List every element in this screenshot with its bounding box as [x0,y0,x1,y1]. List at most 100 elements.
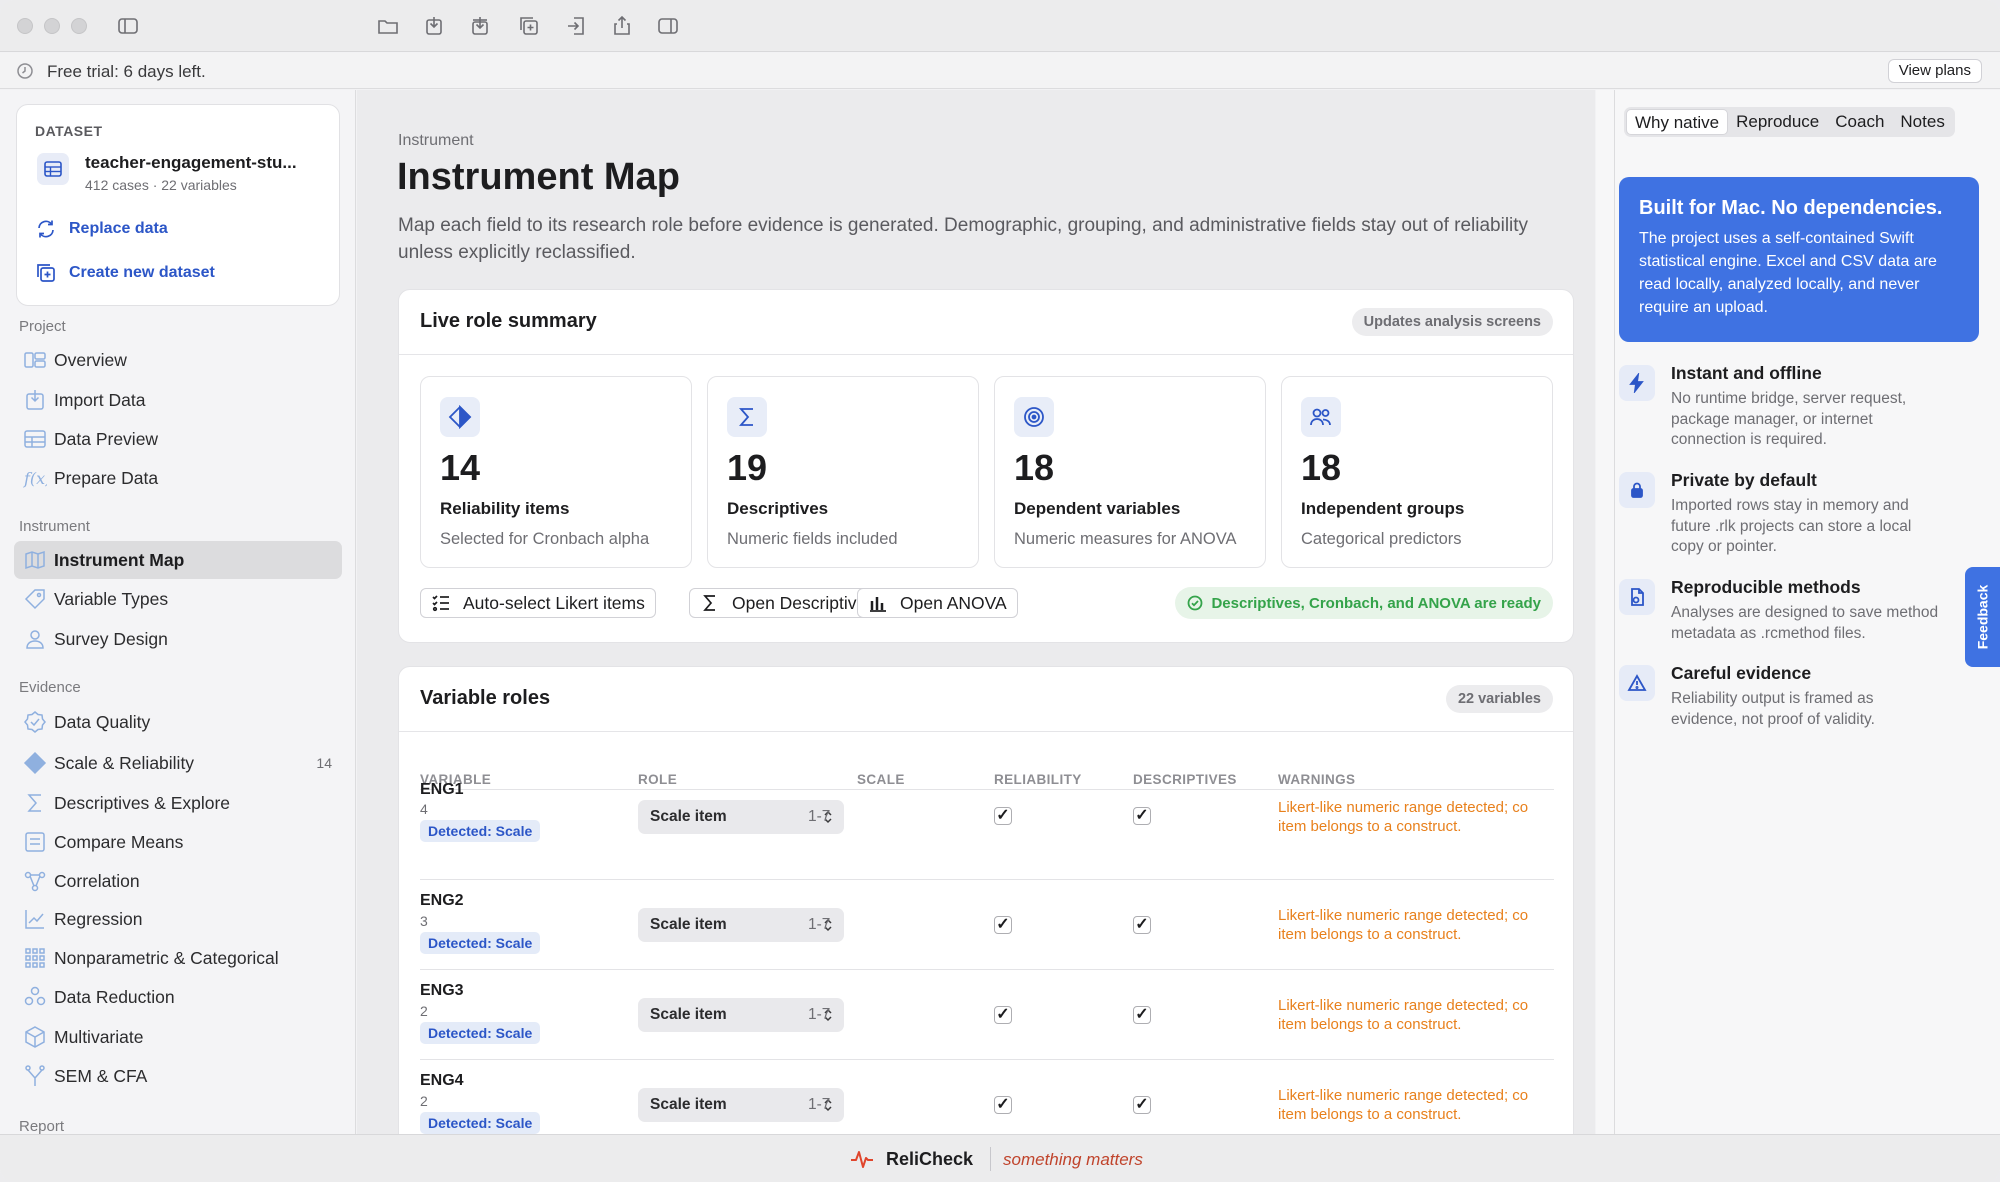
app-window: Free trial: 6 days left. View plans DATA… [0,0,2000,1182]
replace-data-button[interactable]: Replace data [35,218,168,240]
inspector-tabs: Why native Reproduce Coach Notes [1624,107,1955,137]
descriptives-checkbox[interactable]: ✓ [1133,1006,1151,1024]
descriptives-checkbox[interactable]: ✓ [1133,1096,1151,1114]
reliability-checkbox[interactable]: ✓ [994,1096,1012,1114]
duplicate-icon[interactable] [516,13,542,39]
tag-icon [20,586,50,612]
page-title: Instrument Map [397,156,680,198]
sidebar-item-correlation[interactable]: Correlation [14,862,342,900]
section-project: Project [19,318,66,335]
stat-dependent-variables: 18 Dependent variables Numeric measures … [994,376,1266,568]
sidebar-item-descriptives[interactable]: Descriptives & Explore [14,784,342,822]
native-card-title: Built for Mac. No dependencies. [1639,197,1943,219]
export-icon[interactable] [563,13,589,39]
sidebar-item-import-data[interactable]: Import Data [14,381,342,419]
circles-icon [20,984,50,1010]
trend-icon [20,906,50,932]
clock-icon [17,63,33,79]
tab-why-native[interactable]: Why native [1626,109,1729,135]
main-content: Instrument Instrument Map Map each field… [357,90,1595,1134]
detected-badge: Detected: Scale [420,820,541,842]
table-icon [20,426,50,452]
variable-roles-card: Variable roles 22 variables VARIABLE ROL… [398,666,1574,1134]
import-data-icon [20,387,50,413]
auto-select-likert-button[interactable]: Auto-select Likert items [420,588,656,618]
sidebar-item-compare-means[interactable]: Compare Means [14,823,342,861]
detected-badge: Detected: Scale [420,1022,541,1044]
sigma-icon [20,790,50,816]
sidebar-item-multivariate[interactable]: Multivariate [14,1018,342,1056]
stat-independent-groups: 18 Independent groups Categorical predic… [1281,376,1553,568]
warning-text: Likert-like numeric range detected; co i… [1278,907,1529,943]
tab-coach[interactable]: Coach [1827,109,1892,135]
share-icon[interactable] [609,13,635,39]
reliability-checkbox[interactable]: ✓ [994,1006,1012,1024]
col-descriptives: DESCRIPTIVES [1133,772,1237,787]
sidebar-item-survey-design[interactable]: Survey Design [14,620,342,658]
col-role: ROLE [638,772,678,787]
sidebar-item-variable-types[interactable]: Variable Types [14,580,342,618]
detected-badge: Detected: Scale [420,1112,541,1134]
col-warnings: WARNINGS [1278,772,1356,787]
page-subtitle: Map each field to its research role befo… [398,215,1529,263]
section-evidence: Evidence [19,679,81,696]
table-row: ENG1 4 Detected: Scale Scale item 1-7 ✓ … [420,781,1554,880]
role-summary-card: Live role summary Updates analysis scree… [398,289,1574,643]
sidebar-toggle-icon[interactable] [115,13,141,39]
sidebar: DATASET teacher-engagement-stu... 412 ca… [0,90,356,1134]
summary-title: Live role summary [420,310,597,332]
close-window-button[interactable] [17,18,33,34]
stat-descriptives: 19 Descriptives Numeric fields included [707,376,979,568]
sidebar-item-prepare-data[interactable]: f(x) Prepare Data [14,459,342,497]
bar-chart-icon [870,597,886,612]
tab-notes[interactable]: Notes [1892,109,1952,135]
inspector-toggle-icon[interactable] [655,13,681,39]
overview-icon [20,347,50,373]
sidebar-item-scale-reliability[interactable]: Scale & Reliability 14 [14,744,342,782]
create-dataset-button[interactable]: Create new dataset [35,262,215,284]
updates-pill: Updates analysis screens [1351,308,1553,336]
minimize-window-button[interactable] [44,18,60,34]
descriptives-checkbox[interactable]: ✓ [1133,807,1151,825]
dataset-card: DATASET teacher-engagement-stu... 412 ca… [16,104,340,306]
tab-reproduce[interactable]: Reproduce [1728,109,1827,135]
sidebar-item-instrument-map[interactable]: Instrument Map [14,541,342,579]
sidebar-item-nonparametric[interactable]: Nonparametric & Categorical [14,939,342,977]
sidebar-item-data-preview[interactable]: Data Preview [14,420,342,458]
feedback-button[interactable]: Feedback [1965,567,2000,667]
brand-tagline: something matters [1003,1150,1143,1169]
reliability-checkbox[interactable]: ✓ [994,916,1012,934]
view-plans-button[interactable]: View plans [1887,59,1982,83]
sidebar-item-sem-cfa[interactable]: SEM & CFA [14,1057,342,1095]
stat-reliability-items: 14 Reliability items Selected for Cronba… [420,376,692,568]
open-anova-button[interactable]: Open ANOVA [857,588,1018,618]
import-alt-icon[interactable] [467,13,493,39]
sidebar-item-data-quality[interactable]: Data Quality [14,703,342,741]
dataset-meta: 412 cases · 22 variables [85,177,237,193]
network-icon [20,868,50,894]
dataset-label: DATASET [35,123,103,139]
ready-status-badge: Descriptives, Cronbach, and ANOVA are re… [1175,587,1553,619]
cube-icon [20,1024,50,1050]
table-row: ENG2 3 Detected: Scale Scale item 1-7 ✓ … [420,880,1554,970]
checklist-icon [432,595,449,612]
reliability-checkbox[interactable]: ✓ [994,807,1012,825]
sigma-icon [703,595,715,611]
col-scale: SCALE [857,772,905,787]
roles-title: Variable roles [420,687,551,709]
target-icon [1014,397,1054,437]
dataset-name: teacher-engagement-stu... [85,153,297,172]
lock-icon [1619,472,1655,508]
native-info-card: Built for Mac. No dependencies. The proj… [1619,177,1979,342]
import-icon[interactable] [421,13,447,39]
zoom-window-button[interactable] [71,18,87,34]
sidebar-item-regression[interactable]: Regression [14,900,342,938]
sidebar-item-data-reduction[interactable]: Data Reduction [14,978,342,1016]
section-instrument: Instrument [19,518,90,535]
sidebar-item-overview[interactable]: Overview [14,341,342,379]
brand-name: ReliCheck [886,1149,974,1169]
detected-badge: Detected: Scale [420,932,541,954]
pulse-logo-icon [851,1151,873,1168]
open-folder-icon[interactable] [375,13,401,39]
descriptives-checkbox[interactable]: ✓ [1133,916,1151,934]
